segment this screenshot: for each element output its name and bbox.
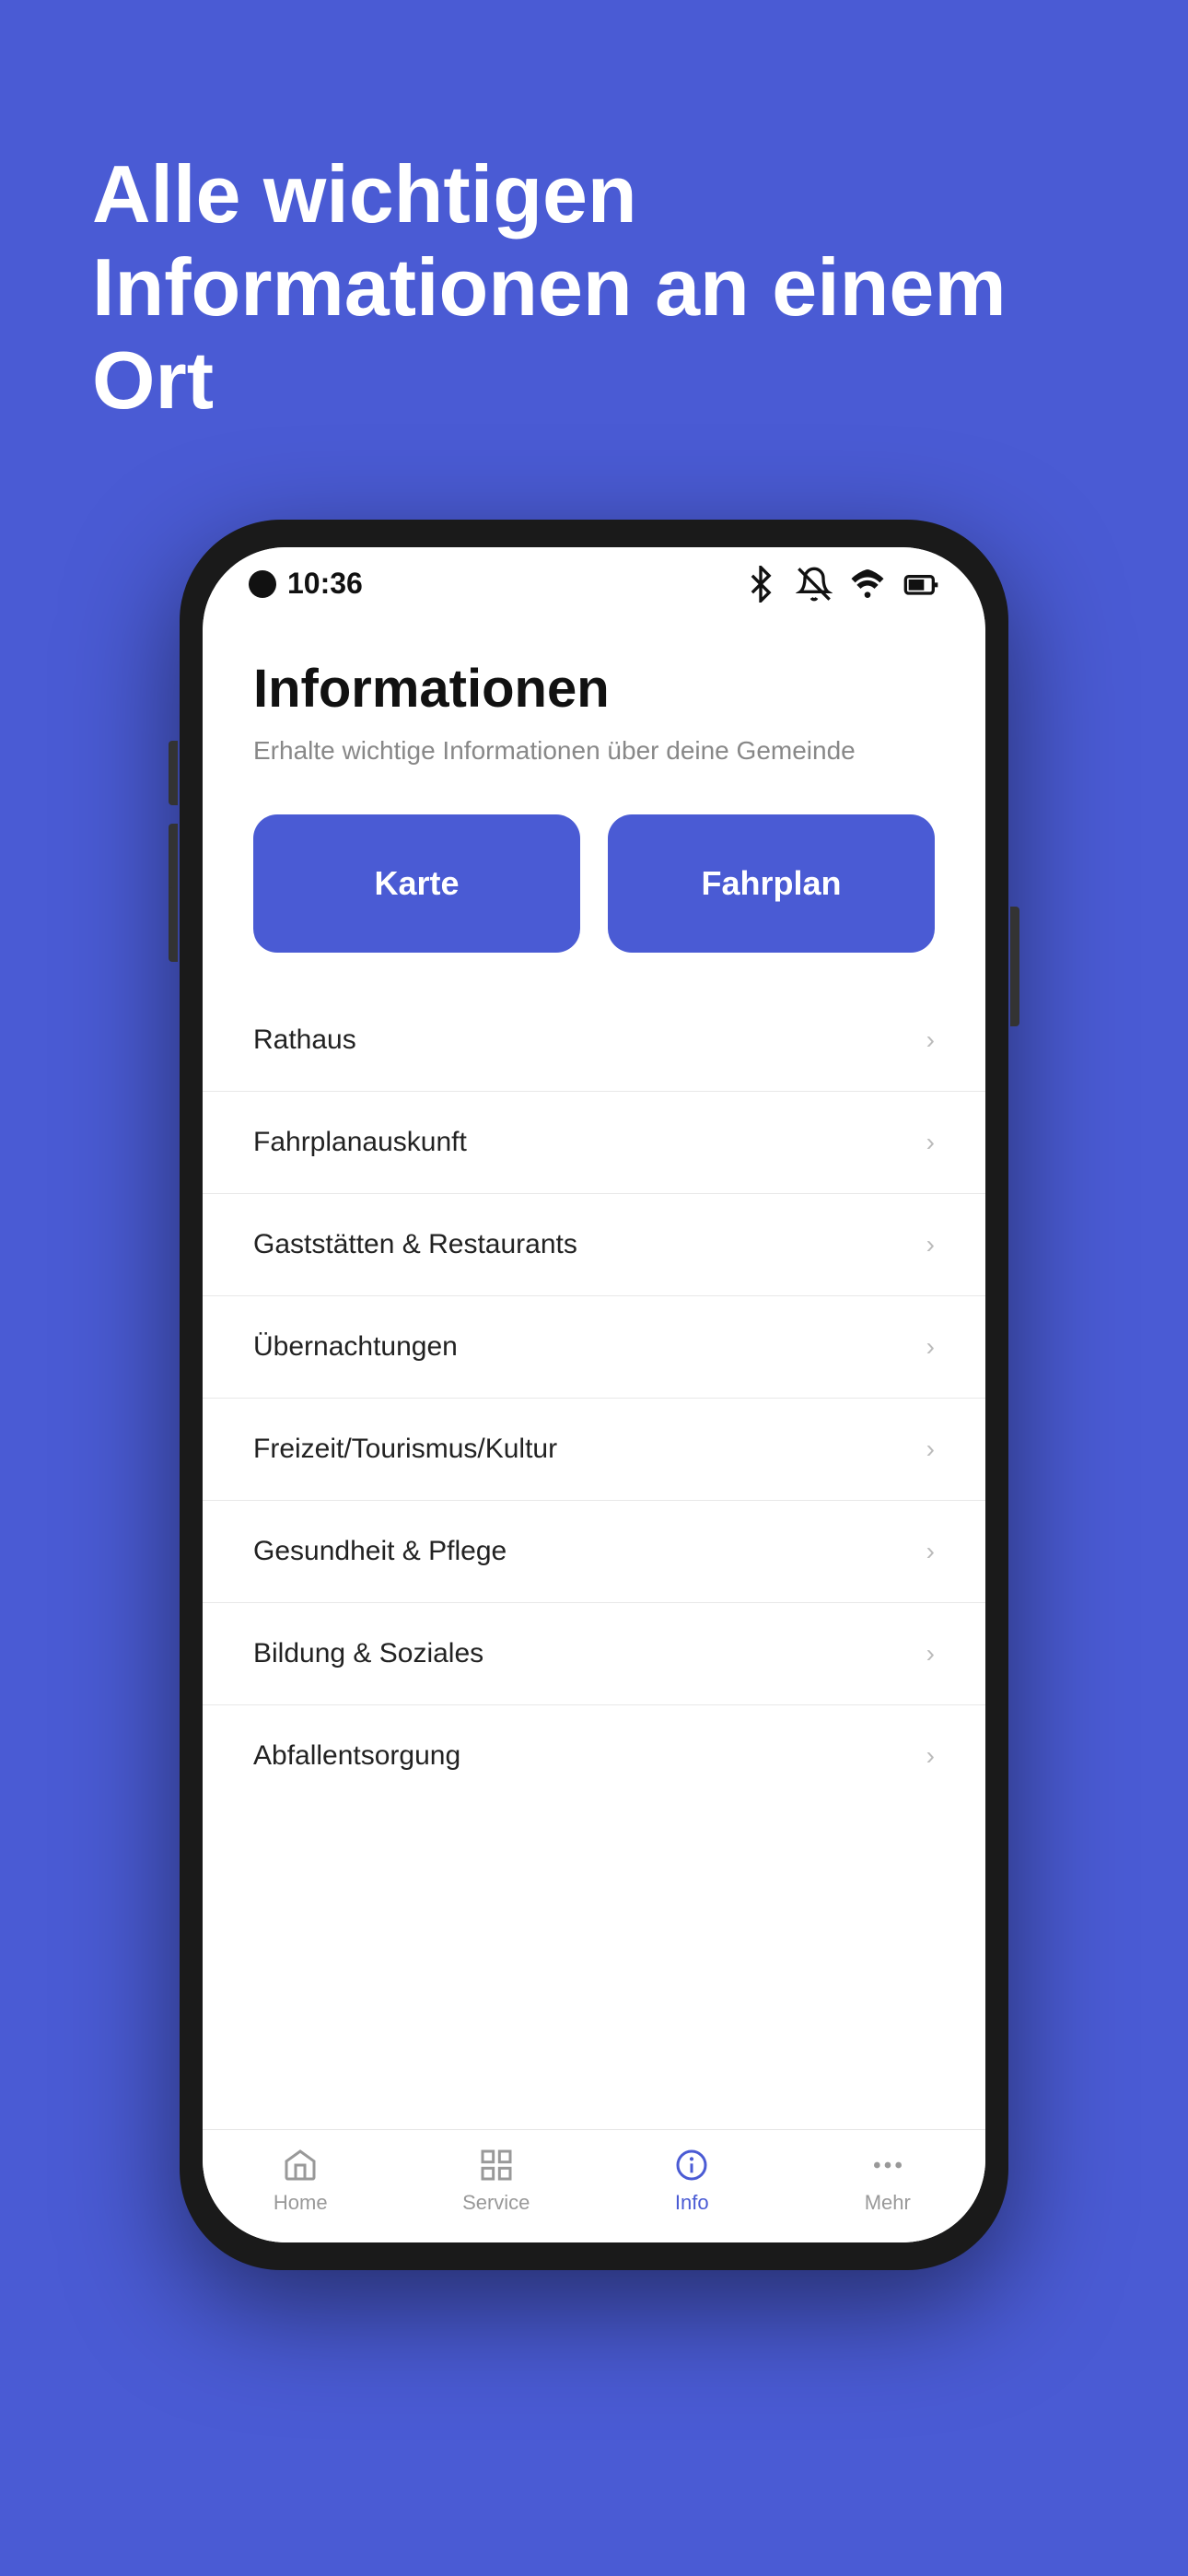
- chevron-icon: ›: [926, 1434, 935, 1464]
- chevron-icon: ›: [926, 1537, 935, 1566]
- bottom-nav: Home Service: [203, 2129, 985, 2242]
- wifi-icon: [849, 566, 886, 603]
- status-time: 10:36: [287, 567, 363, 601]
- home-icon: [282, 2147, 319, 2184]
- volume-down-button: [169, 824, 178, 888]
- chevron-icon: ›: [926, 1639, 935, 1669]
- phone-mockup: 10:36: [180, 520, 1008, 2270]
- menu-item-freizeit[interactable]: Freizeit/Tourismus/Kultur ›: [203, 1399, 985, 1501]
- nav-label-service: Service: [462, 2191, 530, 2215]
- battery-icon: [903, 566, 939, 603]
- nav-label-mehr: Mehr: [865, 2191, 911, 2215]
- app-title: Informationen: [253, 658, 935, 720]
- hero-title: Alle wichtigen Informationen an einem Or…: [92, 147, 1096, 427]
- karte-button[interactable]: Karte: [253, 814, 580, 953]
- nav-item-info[interactable]: Info: [594, 2147, 790, 2215]
- phone-screen: 10:36: [203, 547, 985, 2242]
- chevron-icon: ›: [926, 1230, 935, 1259]
- nav-label-info: Info: [675, 2191, 709, 2215]
- menu-item-bildung[interactable]: Bildung & Soziales ›: [203, 1603, 985, 1705]
- menu-item-abfallentsorgung[interactable]: Abfallentsorgung ›: [203, 1705, 985, 1807]
- more-icon: [869, 2147, 906, 2184]
- bell-muted-icon: [796, 566, 833, 603]
- chevron-icon: ›: [926, 1332, 935, 1362]
- app-subtitle: Erhalte wichtige Informationen über dein…: [253, 732, 935, 768]
- chevron-icon: ›: [926, 1741, 935, 1771]
- bluetooth-icon: [742, 566, 779, 603]
- menu-item-rathaus[interactable]: Rathaus ›: [203, 989, 985, 1092]
- status-icons: [742, 566, 939, 603]
- phone-shell: 10:36: [180, 520, 1008, 2270]
- menu-item-übernachtungen[interactable]: Übernachtungen ›: [203, 1296, 985, 1399]
- menu-item-gesundheit[interactable]: Gesundheit & Pflege ›: [203, 1501, 985, 1603]
- nav-label-home: Home: [274, 2191, 328, 2215]
- status-bar: 10:36: [203, 547, 985, 612]
- menu-item-gaststätten[interactable]: Gaststätten & Restaurants ›: [203, 1194, 985, 1296]
- quick-actions: Karte Fahrplan: [203, 787, 985, 980]
- fahrplan-button[interactable]: Fahrplan: [608, 814, 935, 953]
- app-header: Informationen Erhalte wichtige Informati…: [203, 612, 985, 787]
- nav-item-home[interactable]: Home: [203, 2147, 399, 2215]
- status-time-group: 10:36: [249, 567, 363, 601]
- info-icon: [673, 2147, 710, 2184]
- volume-up-button: [169, 741, 178, 805]
- hero-section: Alle wichtigen Informationen an einem Or…: [0, 0, 1188, 483]
- grid-icon: [478, 2147, 515, 2184]
- nav-item-mehr[interactable]: Mehr: [790, 2147, 986, 2215]
- menu-item-fahrplanauskunft[interactable]: Fahrplanauskunft ›: [203, 1092, 985, 1194]
- chevron-icon: ›: [926, 1025, 935, 1055]
- camera-dot: [249, 570, 276, 598]
- app-content: Informationen Erhalte wichtige Informati…: [203, 612, 985, 2242]
- menu-list: Rathaus › Fahrplanauskunft › Gaststätten…: [203, 980, 985, 2129]
- nav-item-service[interactable]: Service: [399, 2147, 595, 2215]
- chevron-icon: ›: [926, 1128, 935, 1157]
